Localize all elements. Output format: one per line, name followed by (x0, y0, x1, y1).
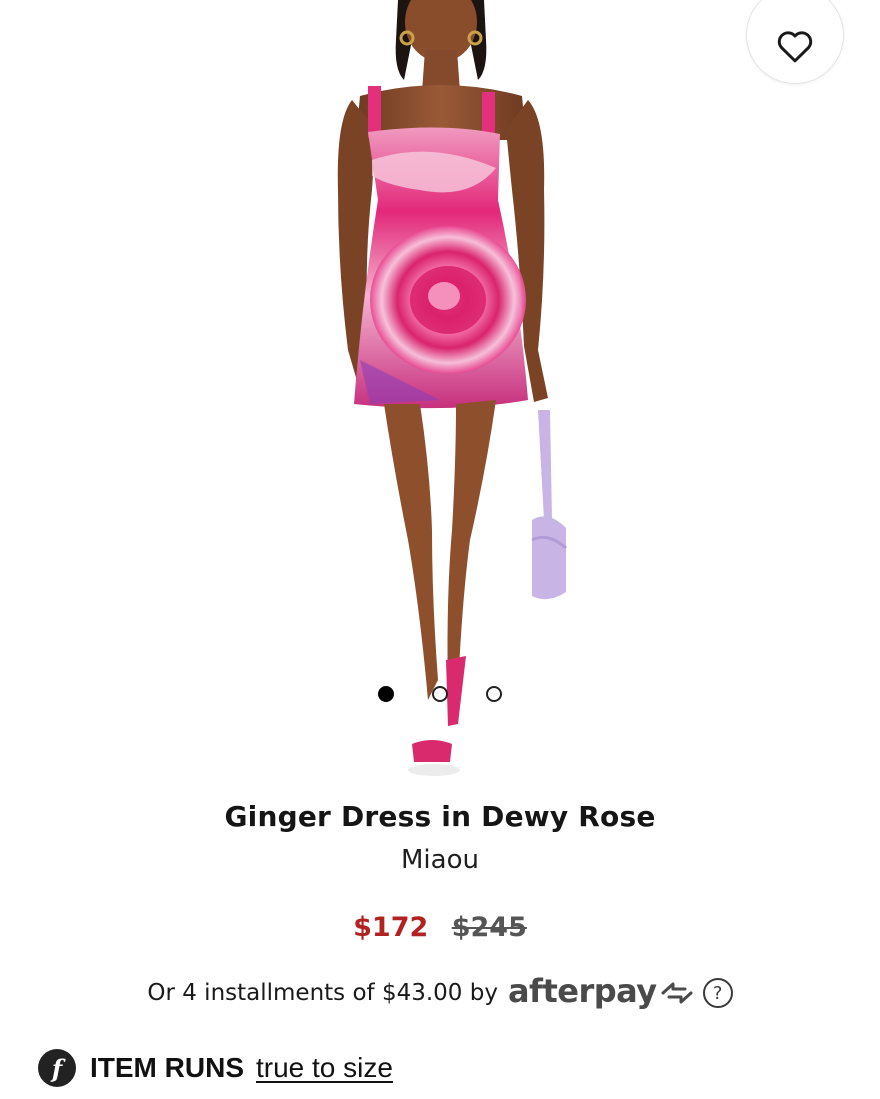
heart-icon (774, 25, 816, 67)
afterpay-installments-text: Or 4 installments of $43.00 by (147, 980, 498, 1006)
afterpay-logo: afterpay (507, 972, 657, 1010)
price-row: $172 $245 (0, 912, 880, 943)
carousel-dot-2[interactable] (432, 686, 448, 702)
question-circle-icon[interactable]: ? (702, 978, 733, 1008)
carousel-dot-1[interactable] (378, 686, 394, 702)
fit-label: ITEM RUNS (90, 1052, 244, 1083)
sale-price: $172 (353, 912, 429, 943)
brand-name[interactable]: Miaou (0, 845, 880, 875)
product-page: Ginger Dress in Dewy Rose Miaou $172 $24… (0, 0, 880, 1099)
model-illustration (337, 0, 567, 776)
product-image[interactable] (0, 0, 880, 790)
fit-info-row: f ITEM RUNS true to size (38, 1046, 393, 1090)
original-price: $245 (451, 912, 527, 943)
true-to-size-link[interactable]: true to size (256, 1052, 393, 1084)
afterpay-row: Or 4 installments of $43.00 by afterpay … (0, 972, 880, 1010)
carousel-dot-3[interactable] (486, 686, 502, 702)
image-carousel-dots (0, 684, 880, 704)
afterpay-arrows-icon (659, 980, 695, 1006)
product-title: Ginger Dress in Dewy Rose (224, 800, 656, 833)
fit-badge-icon: f (38, 1049, 76, 1087)
